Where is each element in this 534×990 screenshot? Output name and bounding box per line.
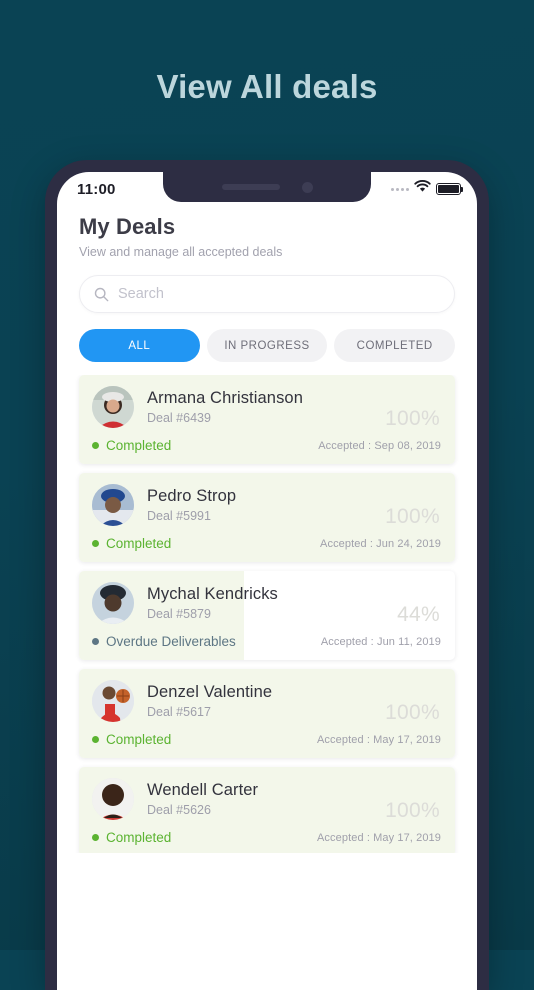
deal-id: Deal #6439 [147, 411, 211, 425]
avatar-wendell-carter [92, 778, 134, 820]
deal-accepted-date: Accepted : Jun 11, 2019 [320, 635, 441, 648]
deal-card[interactable]: Wendell Carter Deal #5626 100% Completed Acc… [79, 767, 455, 853]
deal-percent: 100% [385, 799, 440, 822]
phone-notch [163, 172, 371, 202]
search-section [57, 259, 477, 313]
tab-completed[interactable]: COMPLETED [334, 329, 456, 362]
deal-id: Deal #5626 [147, 803, 211, 817]
deal-card[interactable]: Denzel Valentine Deal #5617 100% Completed A… [79, 669, 455, 758]
deal-accepted-date: Accepted : May 17, 2019 [317, 733, 441, 746]
app-header: My Deals View and manage all accepted de… [57, 206, 477, 259]
deal-card[interactable]: Mychal Kendricks Deal #5879 44% Overdue Del… [79, 571, 455, 660]
status-badge: Completed [92, 830, 171, 845]
status-indicators [391, 180, 464, 198]
status-label: Completed [106, 536, 172, 551]
tab-in-progress[interactable]: IN PROGRESS [206, 329, 328, 362]
deal-accepted-date: Accepted : Sep 08, 2019 [318, 439, 441, 452]
phone-frame: 11:00 My Deals View and manage all accep… [45, 160, 489, 990]
phone-screen: 11:00 My Deals View and manage all accep… [57, 172, 477, 990]
deal-percent: 100% [385, 505, 440, 528]
status-dot-icon [92, 736, 99, 743]
speaker-grille-icon [221, 184, 280, 190]
page-headline: View All deals [156, 68, 378, 105]
deal-name: Denzel Valentine [147, 683, 273, 701]
avatar-armana-christianson [92, 386, 134, 428]
status-label: Completed [106, 438, 172, 453]
status-dot-icon [92, 442, 99, 449]
status-time: 11:00 [77, 180, 116, 198]
status-badge: Completed [92, 438, 171, 453]
page-title: My Deals [79, 214, 176, 239]
search-box[interactable] [79, 275, 455, 313]
status-label: Overdue Deliverables [106, 634, 236, 649]
status-badge: Completed [92, 732, 171, 747]
front-camera-icon [301, 181, 313, 193]
avatar-mychal-kendricks [92, 582, 134, 624]
deal-list[interactable]: Armana Christianson Deal #6439 100% Complet… [57, 375, 477, 853]
deal-id: Deal #5991 [147, 509, 211, 523]
avatar-denzel-valentine [92, 680, 134, 722]
signal-dots-icon [391, 187, 409, 191]
status-badge: Overdue Deliverables [92, 634, 236, 649]
status-label: Completed [106, 732, 172, 747]
deal-accepted-date: Accepted : May 17, 2019 [317, 831, 441, 844]
deal-name: Mychal Kendricks [147, 585, 278, 603]
battery-full-icon [436, 183, 464, 195]
deal-percent: 100% [385, 407, 440, 430]
deal-card[interactable]: Pedro Strop Deal #5991 100% Completed Accept… [79, 473, 455, 562]
deal-percent: 44% [397, 603, 440, 626]
deal-accepted-date: Accepted : Jun 24, 2019 [320, 537, 441, 550]
status-dot-icon [92, 638, 99, 645]
wifi-icon [414, 180, 431, 198]
search-icon [94, 287, 109, 302]
status-dot-icon [92, 834, 99, 841]
deal-name: Wendell Carter [147, 781, 259, 799]
deal-percent: 100% [385, 701, 440, 724]
search-input[interactable] [118, 286, 440, 302]
avatar-pedro-strop [92, 484, 134, 526]
deal-card[interactable]: Armana Christianson Deal #6439 100% Complet… [79, 375, 455, 464]
status-badge: Completed [92, 536, 171, 551]
deal-name: Armana Christianson [147, 389, 303, 407]
page-subtitle: View and manage all accepted deals [79, 245, 283, 259]
status-label: Completed [106, 830, 172, 845]
tab-all[interactable]: ALL [79, 329, 200, 362]
deal-id: Deal #5879 [147, 607, 211, 621]
deal-name: Pedro Strop [147, 487, 237, 505]
status-dot-icon [92, 540, 99, 547]
deal-id: Deal #5617 [147, 705, 211, 719]
filter-tabs: ALL IN PROGRESS COMPLETED [57, 313, 477, 362]
